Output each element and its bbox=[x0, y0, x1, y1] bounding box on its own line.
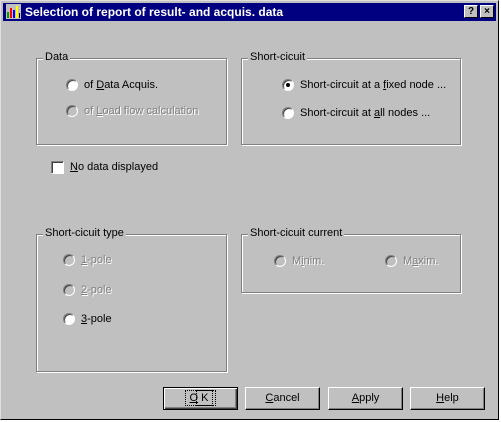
radio-label: of Load flow calculation bbox=[84, 105, 199, 117]
data-group: Data of Data Acquis. of Load flow calcul… bbox=[36, 51, 227, 145]
radio-circle[interactable] bbox=[63, 254, 75, 266]
radio-label: 3-pole bbox=[81, 313, 112, 325]
report-selection-dialog: Selection of report of result- and acqui… bbox=[0, 0, 499, 420]
window-title: Selection of report of result- and acqui… bbox=[25, 5, 284, 19]
app-icon bbox=[6, 4, 21, 19]
short-circuit-type-group: Short-cicuit type 1-pole 2-pole 3-pole bbox=[36, 227, 227, 372]
radio-circle[interactable] bbox=[66, 105, 78, 117]
radio-label: Short-circuit at all nodes ... bbox=[300, 107, 431, 119]
radio-circle[interactable] bbox=[66, 79, 78, 91]
help-button[interactable]: Help bbox=[410, 387, 485, 410]
cancel-label: Cancel bbox=[265, 392, 300, 404]
checkbox-box[interactable] bbox=[51, 161, 64, 174]
radio-circle[interactable] bbox=[274, 255, 286, 267]
radio-label: Minim. bbox=[292, 255, 325, 267]
radio-circle[interactable] bbox=[385, 255, 397, 267]
title-bar[interactable]: Selection of report of result- and acqui… bbox=[3, 3, 496, 21]
apply-label: Apply bbox=[351, 392, 380, 404]
radio-circle[interactable] bbox=[282, 79, 294, 91]
short-circuit-current-label: Short-cicuit current bbox=[248, 227, 345, 239]
question-icon: ? bbox=[467, 6, 475, 17]
help-label: Help bbox=[436, 392, 459, 404]
radio-label: Short-circuit at a fixed node ... bbox=[300, 79, 447, 91]
short-circuit-type-label: Short-cicuit type bbox=[43, 227, 126, 239]
short-circuit-group: Short-cicuit Short-circuit at a fixed no… bbox=[241, 51, 461, 145]
short-circuit-group-label: Short-cicuit bbox=[248, 51, 308, 63]
radio-label: 2-pole bbox=[81, 284, 112, 296]
radio-label: 1-pole bbox=[81, 254, 112, 266]
close-icon: × bbox=[484, 6, 490, 17]
ok-label: OK bbox=[184, 390, 217, 406]
radio-label: of Data Acquis. bbox=[84, 79, 159, 91]
ok-button[interactable]: OK bbox=[163, 387, 238, 410]
cancel-button[interactable]: Cancel bbox=[245, 387, 320, 410]
data-group-label: Data bbox=[43, 51, 71, 63]
apply-button[interactable]: Apply bbox=[328, 387, 403, 410]
radio-label: Maxim. bbox=[403, 255, 439, 267]
close-button[interactable]: × bbox=[480, 5, 494, 18]
help-title-button[interactable]: ? bbox=[464, 5, 478, 18]
radio-circle[interactable] bbox=[282, 107, 294, 119]
radio-circle[interactable] bbox=[63, 284, 75, 296]
radio-circle[interactable] bbox=[63, 313, 75, 325]
checkbox-label: No data displayed bbox=[70, 161, 159, 173]
short-circuit-current-group: Short-cicuit current Minim. Maxim. bbox=[241, 227, 461, 293]
